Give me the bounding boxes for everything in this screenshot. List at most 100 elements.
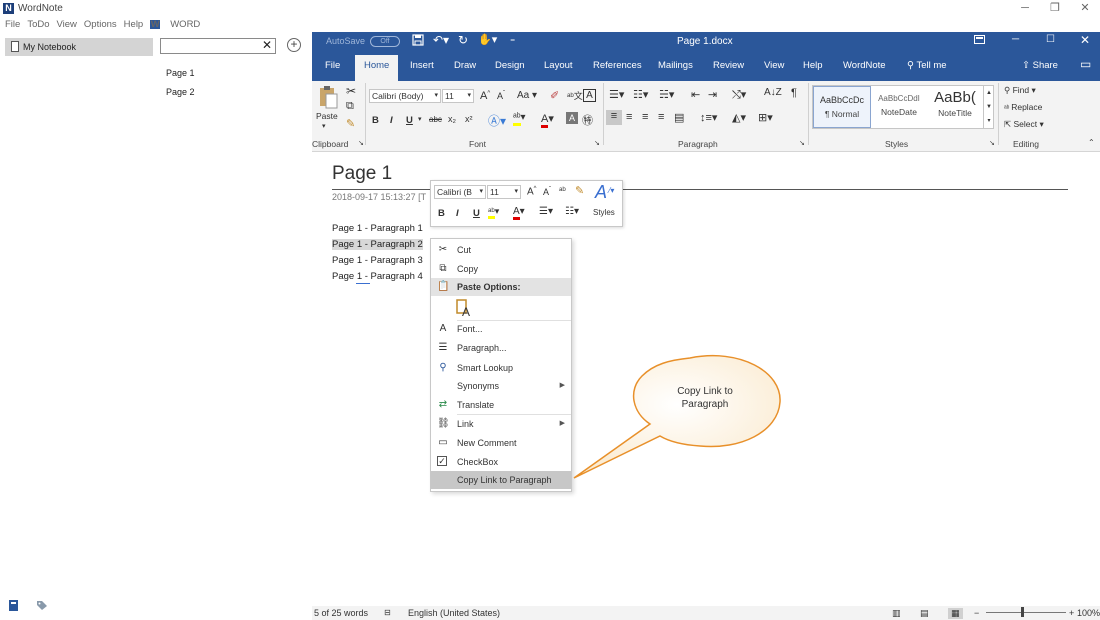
sort-icon[interactable]: A↓Z bbox=[764, 87, 782, 98]
add-page-button[interactable]: + bbox=[287, 38, 301, 52]
font-color-icon[interactable]: A▾ bbox=[541, 112, 554, 128]
zoom-in-icon[interactable]: + bbox=[1069, 608, 1074, 618]
paragraph-selected[interactable]: Page 1 - Paragraph 2 bbox=[332, 239, 423, 250]
print-layout-icon[interactable]: ▤ bbox=[920, 608, 929, 619]
menu-item-copy[interactable]: ⧉ Copy bbox=[431, 260, 571, 278]
mini-styles-brush-icon[interactable]: ⁄▾ bbox=[609, 186, 614, 195]
restore-button[interactable]: ❐ bbox=[1040, 0, 1070, 16]
menu-item-paragraph[interactable]: ☰ Paragraph... bbox=[431, 339, 571, 357]
collapse-ribbon-icon[interactable]: ⌃ bbox=[1088, 138, 1095, 147]
tab-draw[interactable]: Draw bbox=[454, 60, 476, 71]
zoom-out-icon[interactable]: − bbox=[974, 608, 979, 618]
shading-icon[interactable]: ◭▾ bbox=[732, 111, 746, 124]
change-case-button[interactable]: Aa ▾ bbox=[517, 90, 537, 101]
save-icon[interactable] bbox=[412, 34, 424, 46]
mini-numbering-icon[interactable]: ☷▾ bbox=[565, 206, 579, 217]
subscript-button[interactable]: x₂ bbox=[448, 114, 456, 124]
text-effects-icon[interactable]: Ⓐ▾ bbox=[488, 112, 506, 129]
mini-bullets-icon[interactable]: ☰▾ bbox=[539, 206, 553, 217]
close-button[interactable]: ✕ bbox=[1070, 0, 1100, 16]
page-date[interactable]: 2018-09-17 15:13:27 [T bbox=[332, 192, 426, 202]
style-notetitle[interactable]: AaBb( NoteTitle bbox=[927, 86, 983, 128]
notebook-item[interactable]: My Notebook bbox=[5, 38, 153, 56]
tab-design[interactable]: Design bbox=[495, 60, 525, 71]
mini-font-name-box[interactable]: Calibri (B ▾ bbox=[434, 185, 486, 199]
menu-word[interactable]: W WORD bbox=[150, 19, 207, 30]
web-layout-icon[interactable]: ▦ bbox=[948, 608, 963, 619]
page-list-item[interactable]: Page 2 bbox=[166, 87, 195, 97]
zoom-level[interactable]: 100% bbox=[1077, 608, 1100, 618]
line-spacing-icon[interactable]: ↕≡▾ bbox=[700, 111, 717, 124]
word-close-button[interactable]: ✕ bbox=[1080, 33, 1090, 47]
replace-button[interactable]: ᵃᵇ Replace bbox=[1004, 102, 1042, 112]
style-normal[interactable]: AaBbCcDc ¶ Normal bbox=[813, 86, 871, 128]
mini-underline-button[interactable]: U bbox=[473, 208, 480, 219]
numbering-icon[interactable]: ☷▾ bbox=[633, 88, 648, 101]
align-center-icon[interactable]: ≡ bbox=[626, 111, 632, 123]
proofing-icon[interactable]: ⊟ bbox=[384, 608, 391, 617]
undo-icon[interactable]: ↶▾ bbox=[433, 33, 449, 47]
autosave-toggle[interactable]: Off bbox=[370, 36, 400, 47]
menu-item-translate[interactable]: ⇄ Translate bbox=[431, 396, 571, 414]
menu-item-smart-lookup[interactable]: ⚲ Smart Lookup bbox=[431, 359, 571, 377]
paragraph[interactable]: Page 1 - Paragraph 3 bbox=[332, 255, 423, 266]
paste-keep-text-only-button[interactable]: A bbox=[455, 298, 479, 320]
menu-todo[interactable]: ToDo bbox=[27, 19, 49, 30]
tab-insert[interactable]: Insert bbox=[410, 60, 434, 71]
mini-highlight-icon[interactable]: ᵃᵇ▾ bbox=[488, 206, 499, 219]
clipboard-launcher-icon[interactable]: ↘ bbox=[358, 139, 364, 147]
show-formatting-icon[interactable]: ¶ bbox=[791, 87, 797, 99]
styles-launcher-icon[interactable]: ↘ bbox=[989, 139, 995, 147]
menu-item-synonyms[interactable]: Synonyms ▶ bbox=[431, 377, 571, 395]
share-button[interactable]: ⇪ Share bbox=[1022, 60, 1058, 71]
tab-review[interactable]: Review bbox=[713, 60, 744, 71]
copy-icon[interactable]: ⧉ bbox=[346, 100, 354, 113]
underline-button[interactable]: U bbox=[406, 115, 413, 126]
paste-label[interactable]: Paste bbox=[316, 111, 338, 121]
menu-item-cut[interactable]: ✂ Cut bbox=[431, 241, 571, 259]
read-mode-icon[interactable]: ▥ bbox=[892, 608, 901, 619]
tab-layout[interactable]: Layout bbox=[544, 60, 573, 71]
font-name-box[interactable]: Calibri (Body) ▾ bbox=[369, 89, 441, 103]
menu-item-font[interactable]: A Font... bbox=[431, 320, 571, 338]
page-title[interactable]: Page 1 bbox=[332, 163, 392, 185]
decrease-indent-icon[interactable]: ⇤ bbox=[691, 88, 700, 101]
tab-file[interactable]: File bbox=[325, 60, 340, 71]
asian-layout-icon[interactable]: ⤭▾ bbox=[732, 88, 746, 102]
mini-phonetic-icon[interactable]: ᵃᵇ bbox=[559, 185, 566, 195]
menu-options[interactable]: Options bbox=[84, 19, 117, 30]
mini-font-color-icon[interactable]: A▾ bbox=[513, 206, 525, 220]
menu-help[interactable]: Help bbox=[124, 19, 144, 30]
styles-scroll[interactable]: ▲ ▼ ▾ bbox=[983, 86, 994, 128]
menu-view[interactable]: View bbox=[57, 19, 77, 30]
tell-me-search[interactable]: ⚲ Tell me bbox=[907, 60, 947, 71]
style-notedate[interactable]: AaBbCcDdI NoteDate bbox=[871, 86, 927, 128]
mini-styles-icon[interactable]: A bbox=[595, 182, 607, 203]
language-indicator[interactable]: English (United States) bbox=[408, 608, 500, 618]
paste-button[interactable] bbox=[318, 85, 338, 109]
italic-button[interactable]: I bbox=[390, 115, 393, 126]
underline-dropdown-icon[interactable]: ▾ bbox=[418, 115, 422, 123]
find-button[interactable]: ⚲ Find ▾ bbox=[1004, 85, 1036, 96]
mini-font-size-box[interactable]: 11 ▾ bbox=[487, 185, 521, 199]
tab-home[interactable]: Home bbox=[355, 55, 399, 81]
select-button[interactable]: ⇱ Select ▾ bbox=[1004, 119, 1044, 130]
redo-icon[interactable]: ↻ bbox=[458, 33, 468, 47]
touch-mode-icon[interactable]: ✋▾ bbox=[478, 33, 497, 46]
align-left-icon[interactable]: ≡ bbox=[606, 110, 622, 125]
mini-italic-button[interactable]: I bbox=[456, 208, 459, 219]
zoom-slider[interactable] bbox=[986, 612, 1066, 613]
mini-shrink-font-icon[interactable]: Aˇ bbox=[543, 187, 551, 197]
distributed-icon[interactable]: ▤ bbox=[674, 111, 684, 124]
clear-search-icon[interactable]: ✕ bbox=[262, 38, 272, 52]
menu-item-new-comment[interactable]: ▭ New Comment bbox=[431, 434, 571, 452]
clear-formatting-icon[interactable]: ✐ bbox=[550, 89, 559, 102]
format-painter-icon[interactable]: ✎ bbox=[346, 117, 355, 130]
character-border-icon[interactable]: A bbox=[583, 89, 596, 102]
superscript-button[interactable]: x² bbox=[465, 114, 473, 124]
paragraph-launcher-icon[interactable]: ↘ bbox=[799, 139, 805, 147]
tag-icon[interactable] bbox=[36, 600, 48, 611]
customize-qat-icon[interactable]: ₌ bbox=[510, 34, 515, 45]
grow-font-icon[interactable]: A^ bbox=[480, 90, 490, 102]
notebook-bottom-icon[interactable] bbox=[9, 600, 19, 611]
